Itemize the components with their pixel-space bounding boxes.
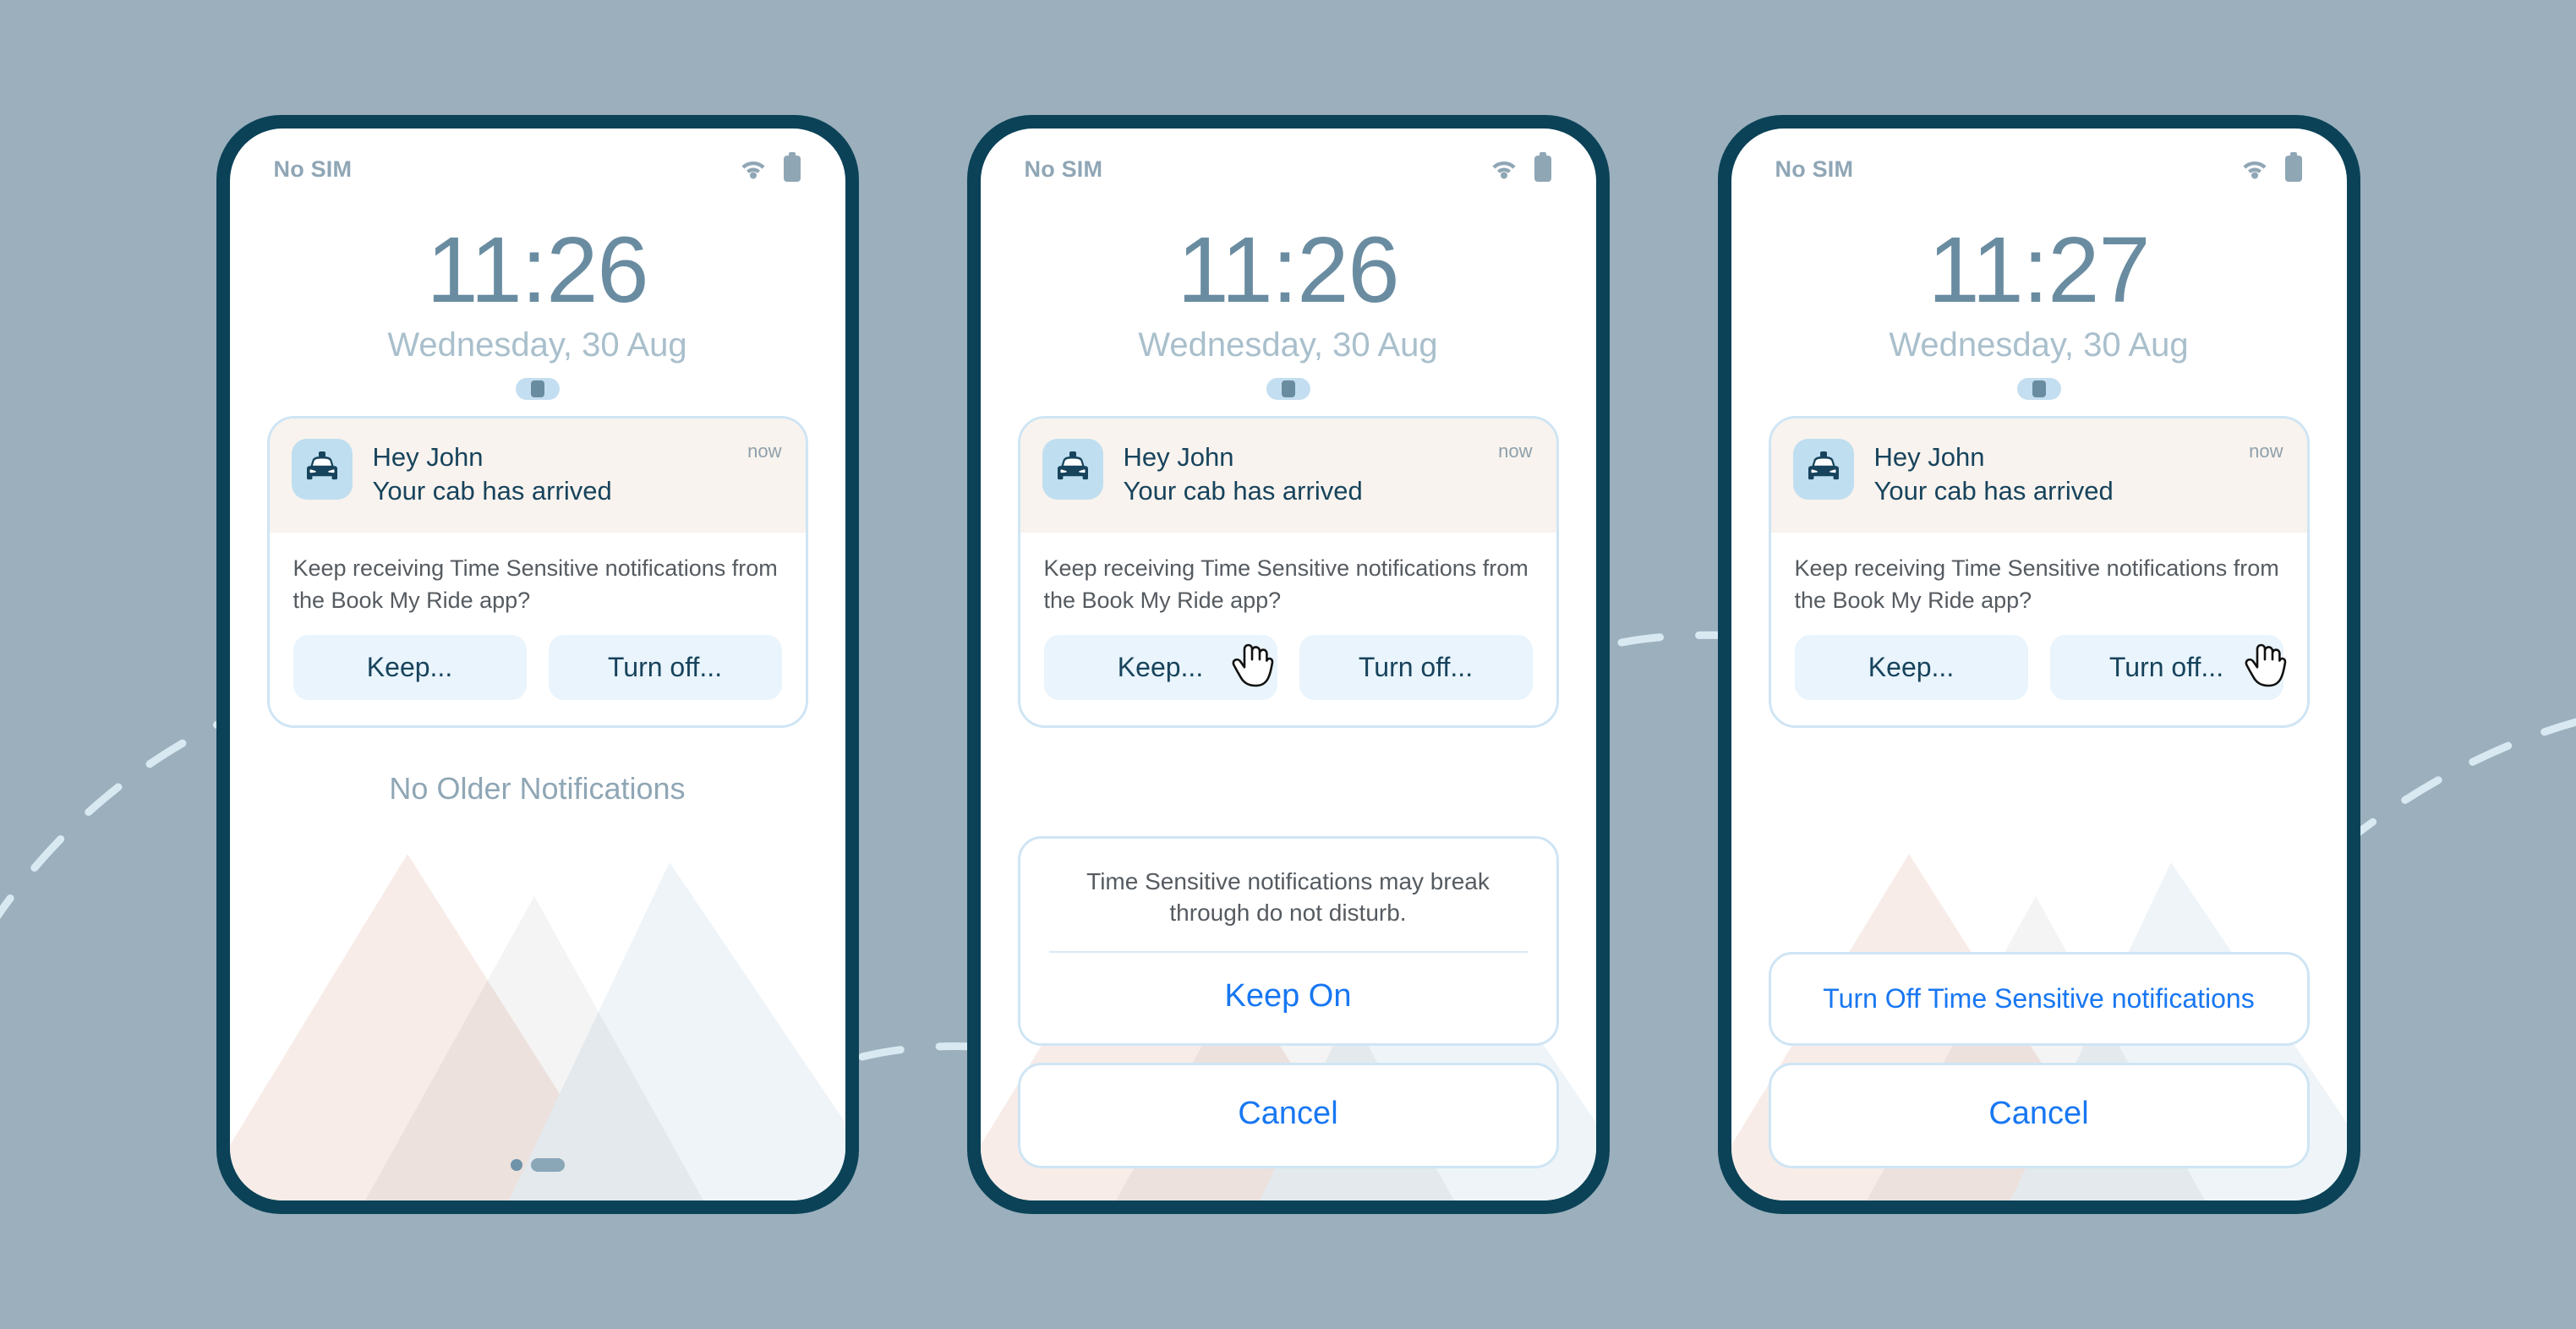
keep-button[interactable]: Keep... — [1043, 634, 1277, 700]
carrier-label: No SIM — [273, 156, 353, 182]
home-bar-icon — [530, 1158, 565, 1172]
clock-date: Wednesday, 30 Aug — [1138, 325, 1438, 364]
lock-screen-clock: 11:27 Wednesday, 30 Aug — [1731, 222, 2347, 400]
notification-grabber-icon[interactable] — [515, 377, 560, 400]
action-sheet-stack: Time Sensitive notifications may break t… — [1017, 835, 1559, 1168]
clock-time: 11:26 — [426, 218, 648, 322]
lock-screen-clock: 11:26 Wednesday, 30 Aug — [230, 222, 845, 400]
notification-timestamp: now — [1498, 440, 1533, 462]
notification-prompt: Keep receiving Time Sensitive notificati… — [1043, 555, 1529, 613]
notification-timestamp: now — [2249, 440, 2283, 462]
app-icon-tile — [1792, 439, 1854, 500]
notification-timestamp: now — [747, 440, 782, 462]
notification-prompt: Keep receiving Time Sensitive notificati… — [293, 555, 778, 613]
notification-grabber-icon[interactable] — [2016, 377, 2061, 400]
notification-actions: Keep... Turn off... — [1771, 616, 2307, 725]
battery-icon — [2284, 151, 2303, 187]
notification-card[interactable]: Hey John Your cab has arrived now Keep r… — [1017, 416, 1559, 728]
notification-prompt: Keep receiving Time Sensitive notificati… — [1794, 555, 2279, 613]
status-icon-group — [2239, 151, 2303, 187]
action-sheet-1: Turn Off Time Sensitive notifications — [1768, 952, 2310, 1046]
notification-actions: Keep... Turn off... — [1020, 616, 1556, 725]
status-icon-group — [737, 151, 801, 187]
wifi-icon — [2239, 156, 2271, 183]
sheet-message: Time Sensitive notifications may break t… — [1086, 867, 1490, 927]
carrier-label: No SIM — [1024, 156, 1103, 182]
wifi-icon — [737, 156, 769, 183]
battery-icon — [1534, 151, 1552, 187]
action-sheet-stack: Turn Off Time Sensitive notifications Can… — [1768, 952, 2310, 1168]
notification-body: Your cab has arrived — [1123, 475, 1363, 506]
notification-actions: Keep... Turn off... — [270, 616, 806, 725]
notification-card[interactable]: Hey John Your cab has arrived now Keep r… — [1768, 416, 2310, 728]
notification-title: Hey John — [1873, 442, 1985, 472]
status-icon-group — [1488, 151, 1552, 187]
turn-off-button[interactable]: Turn off... — [548, 634, 782, 700]
notification-header: Hey John Your cab has arrived now — [1020, 418, 1556, 533]
turn-off-button[interactable]: Turn off... — [2049, 634, 2283, 700]
notification-body: Your cab has arrived — [1873, 475, 2114, 506]
carrier-label: No SIM — [1775, 156, 1854, 182]
lock-screen-clock: 11:26 Wednesday, 30 Aug — [981, 222, 1596, 400]
page-dot-icon — [510, 1159, 522, 1171]
sheet-button-cancel[interactable]: Cancel — [1771, 1065, 2307, 1166]
phone-screen: No SIM 11:26 Wednesday, 30 Aug Hey John … — [980, 129, 1596, 1200]
phone-3: No SIM 11:27 Wednesday, 30 Aug Hey John … — [1717, 115, 2360, 1214]
keep-button[interactable]: Keep... — [293, 634, 527, 700]
taxi-icon — [1053, 450, 1093, 489]
phone-screen: No SIM 11:26 Wednesday, 30 Aug Hey John … — [229, 129, 845, 1200]
clock-time: 11:27 — [1928, 218, 2150, 322]
clock-date: Wednesday, 30 Aug — [1889, 325, 2189, 364]
notification-card[interactable]: Hey John Your cab has arrived now Keep r… — [266, 416, 808, 728]
sheet-button-turn-off-time-sensitive-notifications[interactable]: Turn Off Time Sensitive notifications — [1771, 954, 2307, 1043]
status-bar: No SIM — [981, 129, 1596, 210]
status-bar: No SIM — [1731, 129, 2347, 210]
taxi-icon — [302, 450, 342, 489]
phone-screen: No SIM 11:27 Wednesday, 30 Aug Hey John … — [1731, 129, 2347, 1200]
phone-1: No SIM 11:26 Wednesday, 30 Aug Hey John … — [216, 115, 859, 1214]
wifi-icon — [1488, 156, 1520, 183]
clock-time: 11:26 — [1177, 218, 1399, 322]
home-indicator[interactable] — [230, 1158, 845, 1172]
notification-title: Hey John — [1123, 442, 1234, 472]
action-sheet-2: Cancel — [1768, 1063, 2310, 1168]
app-icon-tile — [1042, 439, 1103, 500]
taxi-icon — [1803, 450, 1844, 489]
status-bar: No SIM — [230, 129, 845, 210]
notification-grabber-icon[interactable] — [1266, 377, 1310, 400]
sheet-button-keep-on[interactable]: Keep On — [1020, 953, 1556, 1043]
notification-header: Hey John Your cab has arrived now — [1770, 418, 2307, 533]
keep-button[interactable]: Keep... — [1794, 634, 2028, 700]
notification-text: Hey John Your cab has arrived — [1124, 439, 1363, 507]
notification-body: Your cab has arrived — [372, 475, 612, 506]
battery-icon — [783, 151, 801, 187]
notification-title: Hey John — [372, 442, 484, 472]
sheet-button-cancel[interactable]: Cancel — [1020, 1065, 1556, 1166]
notification-text: Hey John Your cab has arrived — [1874, 439, 2114, 507]
notification-header: Hey John Your cab has arrived now — [269, 418, 806, 533]
action-sheet-1: Time Sensitive notifications may break t… — [1017, 835, 1559, 1046]
phone-mockup-row: No SIM 11:26 Wednesday, 30 Aug Hey John … — [0, 0, 2576, 1329]
clock-date: Wednesday, 30 Aug — [387, 325, 687, 364]
app-icon-tile — [291, 439, 353, 500]
no-older-notifications-label: No Older Notifications — [389, 771, 686, 806]
phone-2: No SIM 11:26 Wednesday, 30 Aug Hey John … — [966, 115, 1610, 1214]
notification-text: Hey John Your cab has arrived — [373, 439, 612, 507]
action-sheet-2: Cancel — [1017, 1063, 1559, 1168]
turn-off-button[interactable]: Turn off... — [1299, 634, 1533, 700]
